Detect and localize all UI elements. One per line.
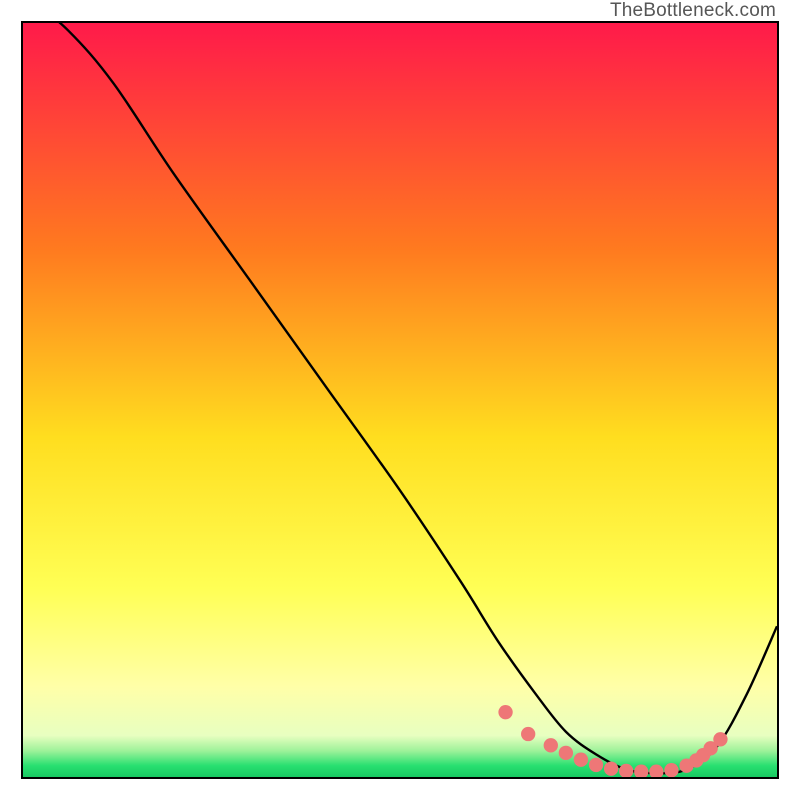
marker-dot: [619, 764, 633, 778]
chart-svg: [23, 23, 777, 777]
marker-dot: [634, 765, 648, 779]
marker-dot: [559, 746, 573, 760]
plot-area: [21, 21, 779, 779]
marker-dot: [498, 705, 512, 719]
chart-container: TheBottleneck.com: [0, 0, 800, 800]
marker-dot: [521, 727, 535, 741]
bottleneck-curve: [23, 21, 777, 773]
marker-dot: [604, 762, 618, 776]
marker-dot: [713, 732, 727, 746]
optimal-range-dots: [498, 705, 727, 779]
marker-dot: [649, 765, 663, 779]
marker-dot: [574, 752, 588, 766]
marker-dot: [589, 758, 603, 772]
marker-dot: [544, 738, 558, 752]
marker-dot: [664, 763, 678, 777]
watermark-text: TheBottleneck.com: [610, 0, 776, 22]
